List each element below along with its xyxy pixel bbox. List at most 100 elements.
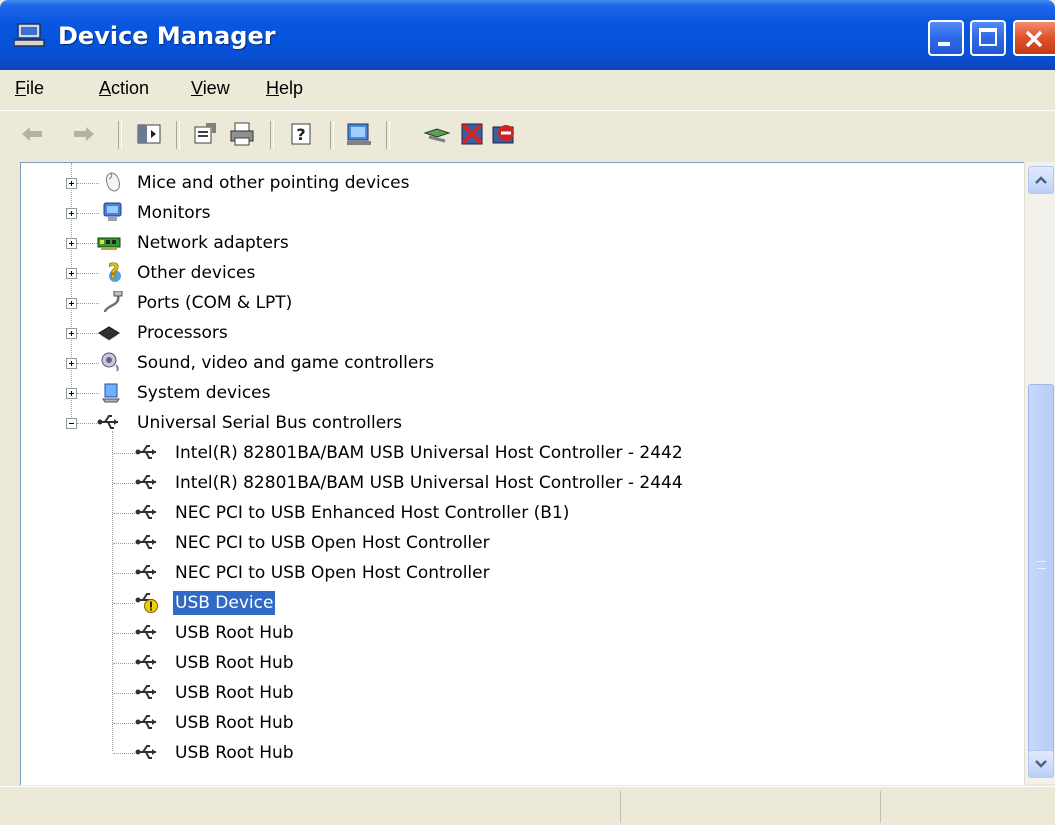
node-label: Sound, video and game controllers	[137, 353, 435, 373]
tree-node-usb-child[interactable]: USB Root Hub	[21, 741, 1021, 765]
node-label: Other devices	[137, 263, 256, 283]
tree-connector	[77, 363, 99, 364]
tree-connector	[77, 423, 97, 424]
tree-connector	[113, 513, 135, 514]
tree-connector	[113, 483, 135, 484]
expand-toggle[interactable]	[66, 238, 77, 249]
menu-help[interactable]: Help	[266, 78, 303, 99]
tree-node-usb-child[interactable]: USB Root Hub	[21, 711, 1021, 735]
usb-icon	[135, 445, 156, 459]
disable-device-icon[interactable]	[458, 121, 486, 147]
maximize-button[interactable]	[970, 20, 1006, 56]
tree-node-system-devices[interactable]: System devices	[21, 381, 1021, 405]
tree-node-usb-child[interactable]: Intel(R) 82801BA/BAM USB Universal Host …	[21, 441, 1021, 465]
tree-connector	[113, 453, 135, 454]
node-label: USB Root Hub	[175, 683, 294, 703]
tree-node-ports[interactable]: Ports (COM & LPT)	[21, 291, 1021, 315]
usb-icon	[135, 655, 156, 669]
toolbar-separator	[176, 121, 180, 149]
scrollbar-thumb[interactable]	[1028, 384, 1054, 754]
toolbar-separator	[386, 121, 390, 149]
system-computer-icon	[102, 383, 120, 403]
title-bar[interactable]: Device Manager	[0, 0, 1055, 70]
forward-arrow-icon[interactable]	[70, 121, 98, 147]
tree-node-usb-child[interactable]: USB Root Hub	[21, 651, 1021, 675]
tree-node-network-adapters[interactable]: Network adapters	[21, 231, 1021, 255]
node-label: USB Root Hub	[175, 743, 294, 763]
usb-icon	[135, 565, 156, 579]
svg-text:?: ?	[296, 125, 305, 144]
back-arrow-icon[interactable]	[18, 121, 46, 147]
tree-node-usb-child[interactable]: NEC PCI to USB Enhanced Host Controller …	[21, 501, 1021, 525]
toolbar: ?	[0, 110, 1055, 161]
chevron-up-icon	[1035, 176, 1047, 184]
tree-node-usb-child[interactable]: USB Root Hub	[21, 681, 1021, 705]
print-icon[interactable]	[228, 121, 256, 147]
tree-connector	[77, 213, 99, 214]
expand-toggle[interactable]	[66, 298, 77, 309]
thumb-grip-icon	[1037, 561, 1046, 569]
usb-icon	[135, 745, 156, 759]
tree-node-usb-child[interactable]: NEC PCI to USB Open Host Controller	[21, 531, 1021, 555]
scroll-down-button[interactable]	[1028, 750, 1054, 778]
toolbar-separator	[330, 121, 334, 149]
speaker-icon	[101, 352, 119, 372]
chip-icon	[98, 326, 120, 341]
close-icon	[1025, 30, 1043, 48]
expand-toggle[interactable]	[66, 358, 77, 369]
question-mark-icon: ?	[108, 261, 121, 283]
tree-connector	[77, 243, 99, 244]
menu-action[interactable]: Action	[99, 78, 149, 99]
tree-connector	[113, 573, 135, 574]
monitor-icon	[103, 202, 122, 221]
scroll-up-button[interactable]	[1028, 166, 1054, 194]
svg-text:?: ?	[108, 261, 120, 283]
node-label: USB Root Hub	[175, 713, 294, 733]
device-tree[interactable]: Mice and other pointing devices Monitors	[20, 162, 1025, 785]
usb-icon	[97, 415, 118, 429]
usb-icon	[135, 505, 156, 519]
maximize-icon	[979, 28, 997, 46]
usb-icon	[135, 535, 156, 549]
node-label: Processors	[137, 323, 228, 343]
mouse-icon	[106, 172, 120, 192]
help-icon[interactable]: ?	[288, 121, 316, 147]
usb-warning-icon	[135, 593, 158, 613]
collapse-toggle[interactable]	[66, 418, 77, 429]
menu-view[interactable]: View	[191, 78, 230, 99]
node-label: Mice and other pointing devices	[137, 173, 410, 193]
show-hide-tree-icon[interactable]	[135, 121, 163, 147]
menu-bar: File Action View Help	[0, 70, 1055, 110]
node-label: NEC PCI to USB Open Host Controller	[175, 563, 490, 583]
tree-node-processors[interactable]: Processors	[21, 321, 1021, 345]
tree-node-usb-child[interactable]: USB Root Hub	[21, 621, 1021, 645]
update-driver-icon[interactable]	[423, 121, 451, 147]
uninstall-device-icon[interactable]	[490, 121, 518, 147]
scan-hardware-icon[interactable]	[345, 121, 373, 147]
tree-node-monitors[interactable]: Monitors	[21, 201, 1021, 225]
status-pane-divider	[880, 791, 882, 823]
tree-node-usb-child[interactable]: Intel(R) 82801BA/BAM USB Universal Host …	[21, 471, 1021, 495]
expand-toggle[interactable]	[66, 178, 77, 189]
expand-toggle[interactable]	[66, 388, 77, 399]
node-label: USB Root Hub	[175, 653, 294, 673]
node-label: USB Device	[173, 591, 276, 615]
close-button[interactable]	[1013, 20, 1055, 56]
tree-node-sound-video-game[interactable]: Sound, video and game controllers	[21, 351, 1021, 375]
tree-node-other-devices[interactable]: ? Other devices	[21, 261, 1021, 285]
status-pane-divider	[620, 791, 622, 823]
minimize-button[interactable]	[928, 20, 964, 56]
node-label: USB Root Hub	[175, 623, 294, 643]
tree-node-usb-device-selected[interactable]: USB Device	[21, 591, 1021, 615]
tree-node-usb-child[interactable]: NEC PCI to USB Open Host Controller	[21, 561, 1021, 585]
vertical-scrollbar[interactable]	[1024, 162, 1055, 784]
menu-file[interactable]: File	[15, 78, 44, 99]
tree-connector	[113, 543, 135, 544]
tree-node-mice[interactable]: Mice and other pointing devices	[21, 171, 1021, 195]
tree-node-usb-controllers[interactable]: Universal Serial Bus controllers	[21, 411, 1021, 435]
expand-toggle[interactable]	[66, 208, 77, 219]
expand-toggle[interactable]	[66, 268, 77, 279]
expand-toggle[interactable]	[66, 328, 77, 339]
properties-icon[interactable]	[192, 121, 220, 147]
tree-connector	[113, 603, 135, 604]
